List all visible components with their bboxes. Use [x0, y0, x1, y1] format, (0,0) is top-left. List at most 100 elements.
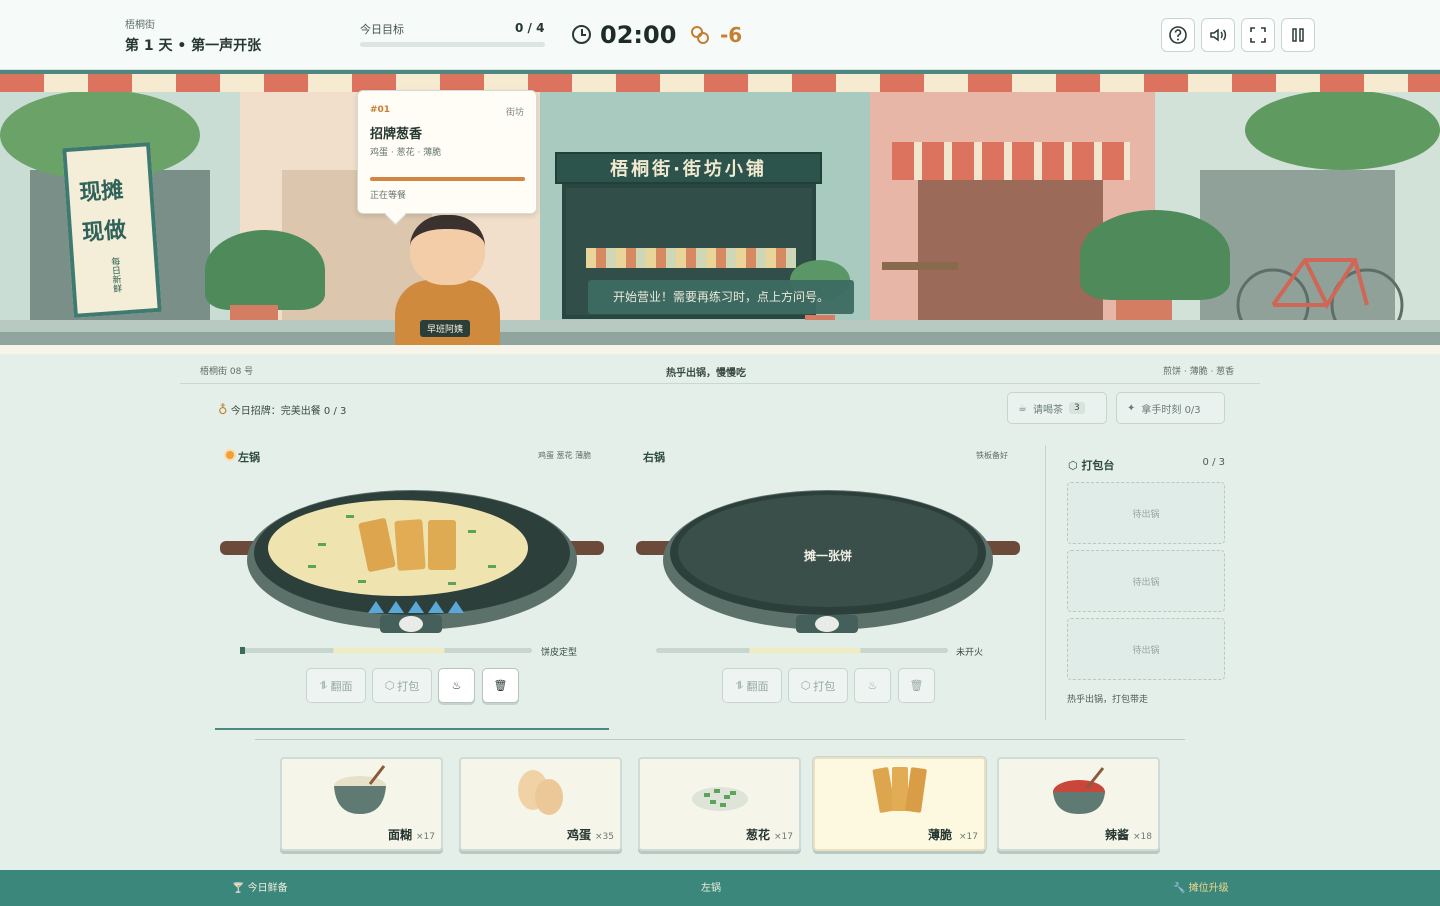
skill-button[interactable]: ✦ 拿手时刻 0/3	[1116, 392, 1225, 424]
stall-slogan: 热乎出锅，慢慢吃	[666, 368, 746, 379]
left-flip-button[interactable]: ⥮ 翻面	[306, 668, 366, 703]
right-pan-cook-progress	[656, 648, 948, 653]
left-pan-status: 饼皮定型	[541, 648, 578, 658]
timer: 02:00	[600, 21, 677, 49]
right-pan-label: 右锅	[643, 451, 665, 464]
ingredient-count: ×35	[595, 832, 614, 842]
tea-button[interactable]: ☕ 请喝茶 3	[1007, 392, 1107, 424]
order-bubble[interactable]: #01 街坊 招牌葱香 鸡蛋 · 葱花 · 薄脆 正在等餐	[357, 90, 537, 214]
banner-subtext: 每日新鲜	[108, 256, 122, 294]
plant	[1080, 210, 1230, 300]
daily-challenge: ♁ 今日招牌：完美出餐 0 / 3	[218, 402, 346, 418]
pause-button[interactable]	[1281, 18, 1315, 52]
shelf-jars	[586, 248, 796, 268]
packing-slot[interactable]: 待出锅	[1067, 618, 1225, 680]
packing-station: ⬡ 打包台 0 / 3 待出锅 待出锅 待出锅 热乎出锅，打包带走	[1045, 445, 1230, 720]
stall-number: 梧桐街 08 号	[200, 367, 254, 377]
ingredient-egg[interactable]: 鸡蛋 ×35	[459, 757, 622, 851]
pack-label: 打包	[813, 679, 836, 693]
heat-indicator	[226, 451, 234, 459]
flip-icon: ⥮	[319, 678, 328, 692]
fullscreen-button[interactable]	[1241, 18, 1275, 52]
chili-sauce-bowl-icon	[1053, 767, 1105, 814]
flip-label: 翻面	[746, 679, 769, 693]
ingredient-batter[interactable]: 面糊 ×17	[280, 757, 443, 851]
divider	[180, 383, 1260, 384]
packing-title: ⬡ 打包台	[1068, 457, 1114, 473]
awning	[0, 70, 1440, 92]
daily-stock-button[interactable]: 🍸 今日鲜备	[232, 879, 288, 894]
toast-message: 开始营业！需要再练习时，点上方问号。	[588, 280, 854, 314]
wrench-icon: 🔧	[1173, 883, 1189, 894]
ingredient-count: ×17	[774, 832, 793, 842]
box-icon: ⬡	[1068, 459, 1082, 472]
day-title: 第 1 天 • 第一声开张	[125, 38, 262, 54]
curb	[0, 332, 1440, 345]
ingredient-chili-sauce[interactable]: 辣酱 ×18	[997, 757, 1160, 851]
order-number: #01	[370, 105, 391, 115]
right-discard-button[interactable]: 🗑	[898, 668, 935, 703]
pack-label: 打包	[397, 679, 420, 693]
goal-value: 0 / 4	[515, 21, 545, 35]
ribbon-icon: ♁	[218, 403, 228, 418]
eggs-icon	[518, 770, 563, 815]
packing-slot[interactable]: 待出锅	[1067, 550, 1225, 612]
left-pan-cook-progress	[240, 648, 532, 653]
ingredient-scallion[interactable]: 葱花 ×17	[638, 757, 801, 851]
flame-icon: ♨	[867, 679, 878, 692]
packing-hint: 热乎出锅，打包带走	[1067, 695, 1149, 705]
menu-hint: 煎饼 · 薄脆 · 葱香	[1163, 367, 1235, 377]
banner-text: 现做	[81, 218, 127, 247]
shutter	[918, 180, 1103, 320]
volume-button[interactable]	[1201, 18, 1235, 52]
upgrade-label: 摊位升级	[1188, 883, 1229, 894]
tree	[1245, 90, 1440, 170]
shop-awning	[892, 142, 1130, 180]
ingredient-count: ×17	[416, 832, 435, 842]
ingredient-count: ×18	[1133, 832, 1152, 842]
left-pan-toppings: 鸡蛋 葱花 薄脆	[538, 451, 592, 460]
plant	[205, 230, 325, 310]
left-discard-button[interactable]: 🗑	[482, 668, 519, 703]
right-heat-button[interactable]: ♨	[854, 668, 891, 703]
order-status: 正在等餐	[370, 191, 407, 201]
flame-icon: ♨	[451, 679, 462, 692]
left-griddle[interactable]	[218, 485, 606, 635]
packing-slot[interactable]: 待出锅	[1067, 482, 1225, 544]
shop-sign: 梧桐街·街坊小铺	[555, 152, 822, 184]
left-heat-button[interactable]: ♨	[438, 668, 475, 703]
right-pan-hint: 铁板备好	[976, 451, 1008, 460]
daily-stock-label: 今日鲜备	[247, 883, 288, 894]
current-pan-label: 左锅	[701, 883, 721, 894]
order-tag: 街坊	[505, 108, 524, 118]
packing-title-text: 打包台	[1081, 459, 1115, 472]
right-pan-status: 未开火	[956, 648, 984, 658]
tea-count-badge: 3	[1068, 402, 1085, 414]
scallion-plate-icon	[692, 787, 748, 811]
pause-icon	[1292, 28, 1304, 42]
upgrade-button[interactable]: 🔧 摊位升级	[1173, 879, 1229, 894]
customer-face[interactable]	[410, 215, 485, 285]
clock-icon	[572, 25, 591, 44]
patience-bar	[370, 177, 525, 181]
coin-balance: -6	[720, 23, 743, 47]
challenge-text: 今日招牌：完美出餐 0 / 3	[230, 406, 347, 417]
order-name: 招牌葱香	[370, 127, 423, 142]
fullscreen-icon	[1250, 27, 1266, 43]
ingredient-crisp[interactable]: 薄脆 ×17	[813, 757, 986, 851]
stall-banner: 现摊 现做 每日新鲜	[62, 142, 162, 318]
help-button[interactable]	[1161, 18, 1195, 52]
help-icon	[1169, 26, 1187, 44]
counter-edge	[0, 345, 1440, 354]
right-pack-button[interactable]: ⬡ 打包	[788, 668, 848, 703]
left-pack-button[interactable]: ⬡ 打包	[372, 668, 432, 703]
start-pancake-prompt[interactable]: 摊一张饼	[760, 547, 896, 564]
trash-icon: 🗑	[909, 679, 924, 692]
tea-label: 请喝茶	[1032, 404, 1063, 416]
crisp-cracker-icon	[872, 767, 927, 813]
sparkle-icon: ✦	[1127, 402, 1136, 414]
right-flip-button[interactable]: ⥮ 翻面	[722, 668, 782, 703]
volume-icon	[1210, 28, 1227, 42]
divider	[255, 739, 1185, 740]
stool	[882, 262, 958, 270]
